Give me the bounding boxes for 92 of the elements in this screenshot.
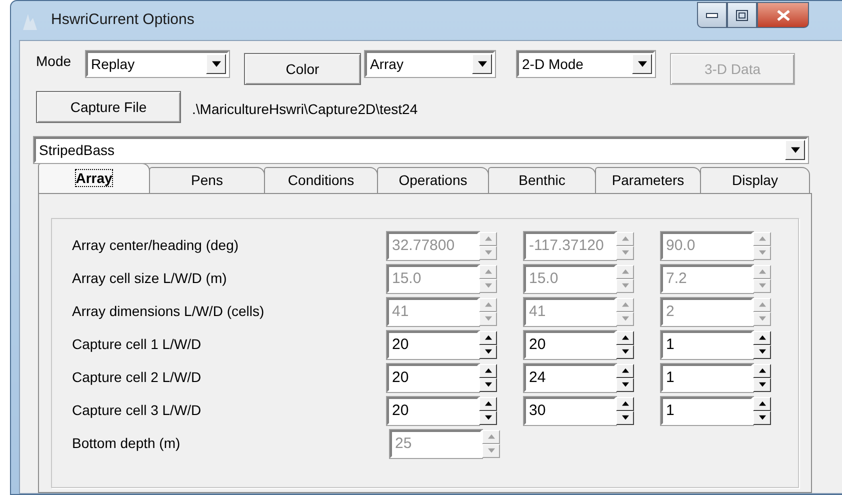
number-field[interactable]: 24: [524, 364, 616, 392]
up-arrow-icon: [622, 368, 628, 373]
down-arrow-icon: [622, 283, 628, 288]
up-arrow-icon: [622, 335, 628, 340]
spin-up-button[interactable]: [753, 364, 771, 378]
up-arrow-icon: [758, 236, 766, 241]
down-arrow-icon: [758, 382, 766, 387]
dropdown-value: Replay: [90, 54, 136, 74]
number-field[interactable]: 30: [524, 396, 616, 424]
up-arrow-icon: [622, 302, 628, 307]
up-arrow-icon: [622, 236, 628, 241]
spin-up-button[interactable]: [616, 364, 634, 378]
field-label: Bottom depth (m): [72, 434, 182, 453]
up-arrow-icon: [758, 302, 766, 307]
tab[interactable]: Array: [38, 163, 150, 193]
field-label: Capture cell 1 L/W/D: [72, 335, 202, 354]
capture-file-button[interactable]: Capture File: [36, 91, 181, 123]
up-arrow-icon: [484, 269, 492, 274]
field-label: Capture cell 3 L/W/D: [72, 401, 202, 420]
color-button[interactable]: Color: [244, 53, 361, 85]
up-arrow-icon: [484, 401, 492, 406]
dropdown-button[interactable]: [472, 54, 492, 74]
up-arrow-icon: [622, 401, 628, 406]
down-arrow-icon: [484, 316, 492, 321]
down-arrow-icon: [488, 448, 494, 453]
down-arrow-icon: [622, 349, 628, 354]
up-arrow-icon: [484, 302, 492, 307]
number-field[interactable]: 20: [387, 330, 479, 358]
up-arrow-icon: [758, 335, 766, 340]
up-arrow-icon: [758, 401, 766, 406]
spin-up-button[interactable]: [753, 396, 771, 410]
down-arrow-icon: [790, 147, 800, 153]
dropdown[interactable]: StripedBass: [34, 137, 808, 163]
dropdown-button[interactable]: [632, 54, 652, 74]
up-arrow-icon: [484, 368, 492, 373]
spin-up-button[interactable]: [616, 396, 634, 410]
up-arrow-icon: [484, 335, 492, 340]
tab[interactable]: Display: [700, 167, 810, 193]
dropdown-button[interactable]: [785, 140, 805, 160]
dropdown-value: StripedBass: [38, 140, 116, 160]
up-arrow-icon: [622, 269, 628, 274]
maximize-button[interactable]: [727, 2, 757, 28]
dropdown[interactable]: 2-D Mode: [517, 51, 655, 77]
close-icon: [776, 10, 790, 20]
dropdown-button[interactable]: [206, 54, 226, 74]
number-field[interactable]: 1: [661, 330, 753, 358]
up-arrow-icon: [758, 269, 766, 274]
spin-up-button[interactable]: [479, 330, 497, 344]
number-field[interactable]: 20: [387, 364, 479, 392]
down-arrow-icon: [484, 415, 492, 420]
down-arrow-icon: [758, 250, 766, 255]
down-arrow-icon: [758, 349, 766, 354]
dropdown-value: Array: [369, 54, 404, 74]
up-arrow-icon: [488, 434, 494, 439]
dropdown-value: 2-D Mode: [521, 54, 584, 74]
dropdown[interactable]: Replay: [86, 51, 229, 77]
spin-up-button[interactable]: [479, 364, 497, 378]
maximize-icon: [736, 10, 748, 20]
down-arrow-icon: [484, 283, 492, 288]
field-label: Array cell size L/W/D (m): [72, 269, 228, 288]
field-label: Capture cell 2 L/W/D: [72, 368, 202, 387]
field-label: Array dimensions L/W/D (cells): [72, 302, 266, 321]
close-button[interactable]: [757, 2, 809, 28]
minimize-icon: [706, 12, 718, 18]
down-arrow-icon: [638, 61, 646, 67]
number-field[interactable]: 1: [661, 364, 753, 392]
down-arrow-icon: [622, 250, 628, 255]
down-arrow-icon: [478, 61, 486, 67]
number-field[interactable]: 1: [661, 396, 753, 424]
file-path: .\MaricultureHswri\Capture2D\test24: [192, 100, 418, 119]
window-title: HswriCurrent Options: [51, 10, 194, 30]
number-field[interactable]: 20: [524, 330, 616, 358]
dropdown[interactable]: Array: [365, 51, 495, 77]
down-arrow-icon: [484, 349, 492, 354]
up-arrow-icon: [484, 236, 492, 241]
minimize-button[interactable]: [697, 2, 727, 28]
down-arrow-icon: [758, 415, 766, 420]
down-arrow-icon: [758, 283, 766, 288]
field-label: Array center/heading (deg): [72, 236, 240, 255]
down-arrow-icon: [484, 382, 492, 387]
down-arrow-icon: [484, 250, 492, 255]
down-arrow-icon: [622, 415, 628, 420]
number-field[interactable]: 20: [387, 396, 479, 424]
spin-up-button[interactable]: [479, 396, 497, 410]
up-arrow-icon: [758, 368, 766, 373]
down-arrow-icon: [622, 382, 628, 387]
spin-up-button[interactable]: [616, 330, 634, 344]
down-arrow-icon: [758, 316, 766, 321]
down-arrow-icon: [622, 316, 628, 321]
mode-label: Mode: [36, 52, 72, 71]
spin-up-button[interactable]: [753, 330, 771, 344]
down-arrow-icon: [212, 61, 220, 67]
